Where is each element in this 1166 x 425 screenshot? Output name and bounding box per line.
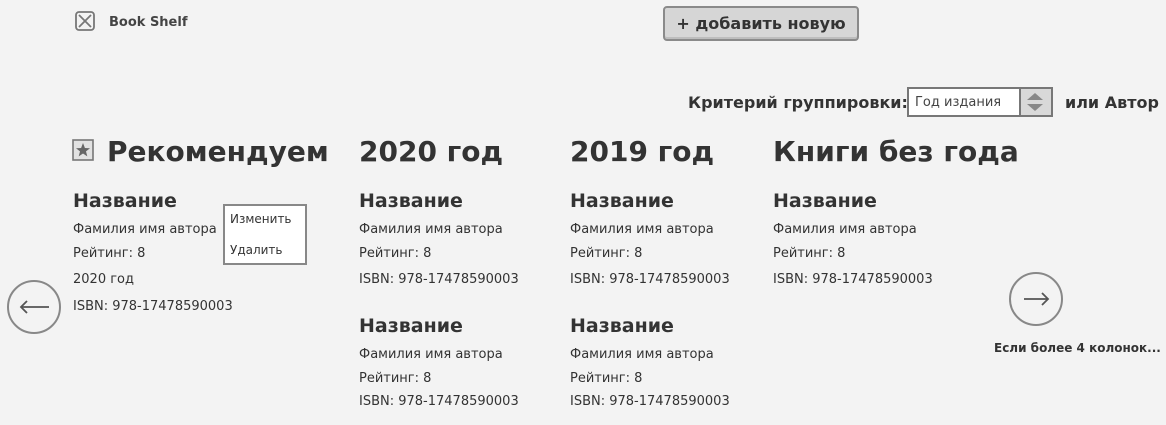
add-new-button[interactable]: + добавить новую	[663, 6, 859, 41]
column-title-no-year: Книги без года	[773, 135, 1019, 168]
column-title-2020: 2020 год	[359, 135, 504, 168]
more-columns-note: Если более 4 колонок...	[994, 341, 1161, 355]
group-by-author-link[interactable]: или Автор	[1065, 93, 1159, 112]
book-author: Фамилия имя автора	[73, 222, 217, 237]
book-isbn: ISBN: 978-17478590003	[359, 394, 519, 409]
book-author: Фамилия имя автора	[570, 347, 714, 362]
app-name: Book Shelf	[109, 15, 188, 30]
column-title-recommended: Рекомендуем	[107, 135, 329, 168]
grouping-select[interactable]: Год издания	[907, 87, 1053, 117]
book-title[interactable]: Название	[359, 315, 463, 337]
book-title[interactable]: Название	[570, 190, 674, 212]
spinner-icon[interactable]	[1019, 89, 1051, 115]
arrow-left-icon	[19, 300, 49, 314]
book-rating: Рейтинг: 8	[73, 246, 146, 261]
book-rating: Рейтинг: 8	[359, 371, 432, 386]
book-author: Фамилия имя автора	[359, 347, 503, 362]
crossed-box-icon	[75, 11, 95, 31]
book-isbn: ISBN: 978-17478590003	[359, 272, 519, 287]
book-title[interactable]: Название	[773, 190, 877, 212]
next-page-button[interactable]	[1009, 272, 1063, 326]
book-isbn: ISBN: 978-17478590003	[570, 272, 730, 287]
book-rating: Рейтинг: 8	[570, 246, 643, 261]
arrow-right-icon	[1024, 292, 1050, 306]
book-title[interactable]: Название	[73, 190, 177, 212]
book-year: 2020 год	[73, 272, 134, 287]
book-isbn: ISBN: 978-17478590003	[773, 272, 933, 287]
book-author: Фамилия имя автора	[773, 222, 917, 237]
book-rating: Рейтинг: 8	[773, 246, 846, 261]
book-rating: Рейтинг: 8	[570, 371, 643, 386]
book-author: Фамилия имя автора	[359, 222, 503, 237]
delete-menu-item[interactable]: Удалить	[230, 243, 283, 257]
edit-menu-item[interactable]: Изменить	[230, 212, 292, 226]
context-menu: Изменить Удалить	[223, 204, 307, 265]
book-rating: Рейтинг: 8	[359, 246, 432, 261]
book-isbn: ISBN: 978-17478590003	[570, 394, 730, 409]
book-isbn: ISBN: 978-17478590003	[73, 299, 233, 314]
book-author: Фамилия имя автора	[570, 222, 714, 237]
book-title[interactable]: Название	[570, 315, 674, 337]
grouping-select-value: Год издания	[915, 95, 1002, 110]
book-title[interactable]: Название	[359, 190, 463, 212]
prev-page-button[interactable]	[7, 280, 61, 334]
star-icon	[72, 139, 94, 161]
column-title-2019: 2019 год	[570, 135, 715, 168]
grouping-label: Критерий группировки:	[688, 93, 908, 112]
